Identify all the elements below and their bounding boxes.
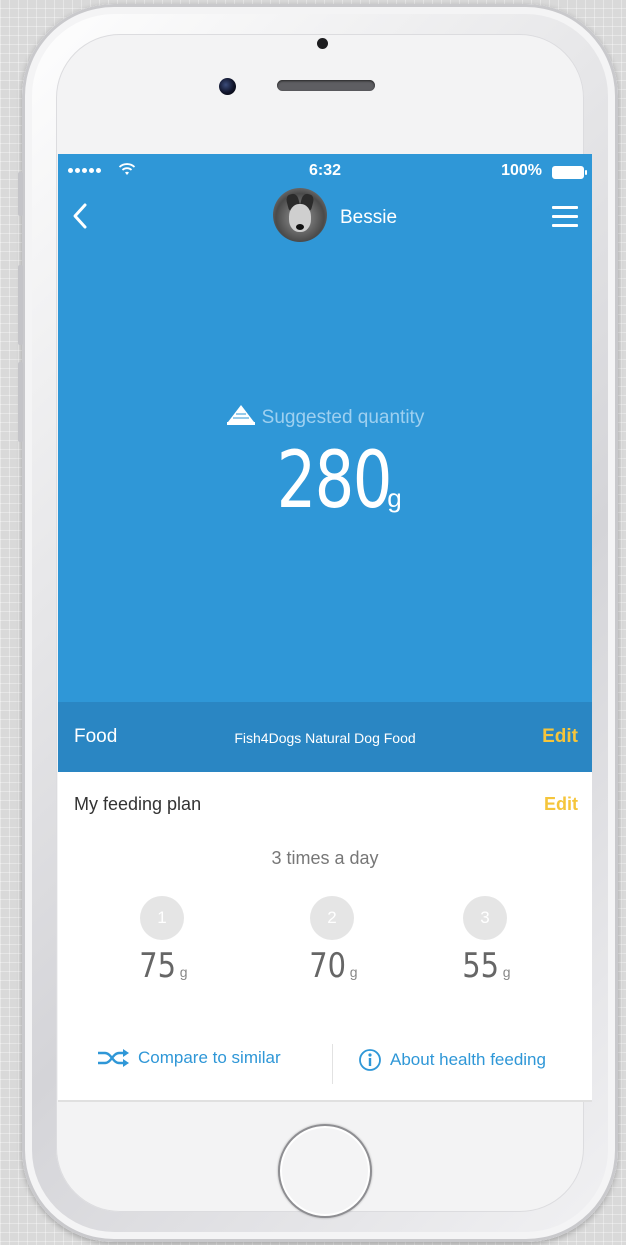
home-button[interactable] [278,1124,372,1218]
feeding-plan-title: My feeding plan [74,794,202,814]
quantity-number: 280 [276,436,393,526]
menu-icon[interactable] [552,206,578,233]
back-icon[interactable] [72,202,88,230]
about-health-feeding-button[interactable]: About health feeding [358,1048,546,1072]
food-bar: Food Fish4Dogs Natural Dog Food Edit [58,702,592,772]
food-pyramid-icon [226,405,255,425]
food-name: Fish4Dogs Natural Dog Food [234,730,416,746]
meal-amount: 75 [139,946,177,986]
meal-unit: g [349,964,358,980]
info-icon [359,1049,381,1071]
meal-number-badge: 1 [140,896,184,940]
hero-panel: 6:32 100% Bessie Suggested quantity 280g [58,154,592,702]
meal-item: 2 70 g [282,896,382,986]
meal-number-badge: 2 [310,896,354,940]
compare-button[interactable]: Compare to similar [96,1048,281,1068]
compare-label: Compare to similar [138,1048,281,1067]
action-bar: Compare to similar About health feeding [58,1034,592,1086]
shuffle-icon [98,1049,129,1067]
meal-number-badge: 3 [463,896,507,940]
feeding-plan-edit-button[interactable]: Edit [544,794,578,815]
food-edit-button[interactable]: Edit [542,726,578,748]
battery-percent: 100% [501,162,542,179]
volume-up-button [18,265,23,345]
app-screen: 6:32 100% Bessie Suggested quantity 280g… [58,154,592,1102]
earpiece-speaker [277,80,375,91]
meal-amount: 55 [462,946,500,986]
volume-down-button [18,362,23,442]
bottom-divider [58,1100,592,1102]
feeding-frequency: 3 times a day [271,848,379,868]
pet-avatar[interactable] [273,188,327,242]
front-camera [219,78,236,95]
suggested-quantity-row: Suggested quantity [58,404,592,429]
mute-switch [18,172,23,216]
meal-unit: g [502,964,511,980]
proximity-sensor [317,38,328,49]
meal-amount: 70 [309,946,347,986]
battery-icon [552,166,587,179]
about-label: About health feeding [390,1050,546,1069]
status-bar: 6:32 100% [58,154,592,188]
meal-item: 1 75 g [112,896,212,986]
meal-unit: g [179,964,188,980]
suggested-quantity-label: Suggested quantity [261,407,425,428]
action-divider [332,1044,333,1084]
meal-item: 3 55 g [435,896,535,986]
suggested-quantity-value: 280g [58,436,592,526]
pet-name[interactable]: Bessie [340,207,397,229]
